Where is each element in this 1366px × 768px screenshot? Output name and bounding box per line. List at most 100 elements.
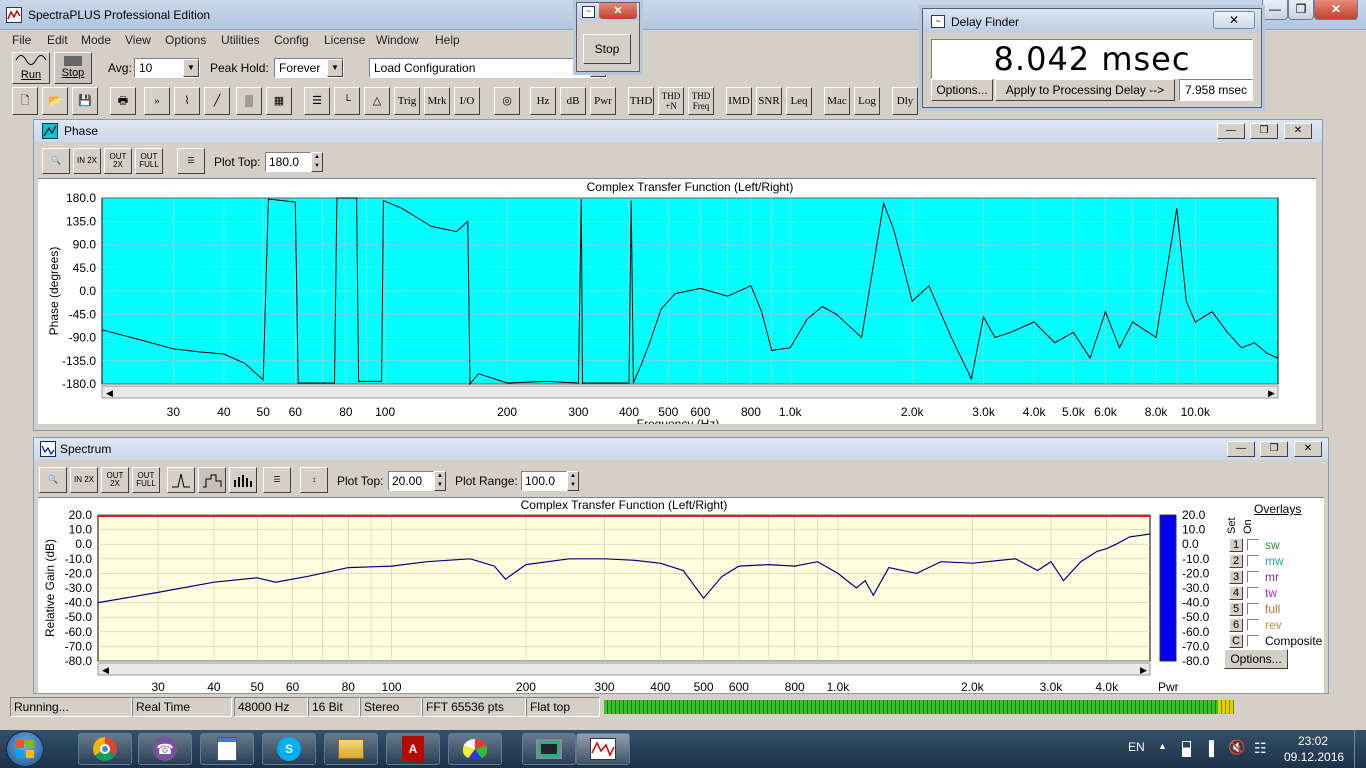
phase-plot-icon[interactable]: △: [364, 87, 390, 115]
spectrum-plot-top-spinner[interactable]: ▲ ▼: [434, 471, 446, 491]
zoom-out-2x-button[interactable]: OUT 2X: [104, 148, 132, 174]
properties-icon[interactable]: ☰: [177, 148, 205, 174]
io-button[interactable]: I/O: [454, 87, 480, 115]
stop-popup-close-button[interactable]: ✕: [599, 3, 637, 19]
menu-help[interactable]: Help: [435, 30, 460, 50]
pwr-button[interactable]: Pwr: [590, 87, 616, 115]
bar-mode-icon[interactable]: [229, 467, 257, 493]
db-button[interactable]: dB: [560, 87, 586, 115]
overlay-set-button[interactable]: 6: [1229, 618, 1243, 632]
signal-generator-icon[interactable]: ◎: [494, 87, 520, 115]
zoom-out-full-button[interactable]: OUT FULL: [132, 467, 160, 493]
stop-button[interactable]: Stop: [54, 52, 92, 84]
phase-plot-top-spinner[interactable]: ▲ ▼: [311, 152, 323, 172]
save-icon[interactable]: 💾: [72, 87, 98, 115]
properties-icon[interactable]: ☰: [263, 467, 291, 493]
thd-button[interactable]: THD: [628, 87, 654, 115]
chevron-down-icon[interactable]: ▼: [327, 59, 343, 77]
minimize-button[interactable]: —: [1262, 0, 1288, 20]
log-button[interactable]: Log: [854, 87, 880, 115]
zoom-in-2x-button[interactable]: IN 2X: [73, 148, 101, 174]
overlays-options-button[interactable]: Options...: [1224, 649, 1288, 669]
close-button[interactable]: ✕: [1314, 0, 1358, 20]
menu-view[interactable]: View: [125, 30, 151, 50]
overlay-checkbox[interactable]: [1247, 635, 1259, 647]
menu-options[interactable]: Options: [165, 30, 206, 50]
tray-chevron-up-icon[interactable]: ▲: [1158, 741, 1167, 751]
volume-muted-icon[interactable]: 🔇: [1228, 739, 1245, 756]
chevron-down-icon[interactable]: ▼: [183, 59, 199, 77]
clock-time[interactable]: 23:02: [1298, 734, 1328, 748]
snr-button[interactable]: SNR: [756, 87, 782, 115]
language-indicator[interactable]: EN: [1128, 740, 1145, 754]
thd-freq-button[interactable]: THD Freq: [688, 87, 714, 115]
phase-restore-button[interactable]: ❐: [1250, 123, 1278, 139]
overlay-set-button[interactable]: 5: [1229, 602, 1243, 616]
delay-button[interactable]: Dly: [892, 87, 918, 115]
print-icon[interactable]: 🖶: [110, 87, 136, 115]
run-button[interactable]: Run: [12, 52, 50, 84]
axis-icon[interactable]: └: [334, 87, 360, 115]
phase-close-button[interactable]: ✕: [1284, 123, 1312, 139]
apply-delay-button[interactable]: Apply to Processing Delay -->: [995, 79, 1175, 101]
viber-icon[interactable]: ☎: [138, 733, 192, 765]
spectrogram-icon[interactable]: ▦: [266, 87, 292, 115]
hz-button[interactable]: Hz: [530, 87, 556, 115]
spectrum-close-button[interactable]: ✕: [1294, 441, 1322, 457]
overlay-set-button[interactable]: 2: [1229, 554, 1243, 568]
time-series-icon[interactable]: ⌇: [174, 87, 200, 115]
pdf-reader-icon[interactable]: A: [386, 733, 440, 765]
maximize-button[interactable]: ❒: [1288, 0, 1314, 20]
overlay-set-button[interactable]: C: [1229, 634, 1243, 648]
explorer-icon[interactable]: [324, 733, 378, 765]
spectrum-restore-button[interactable]: ❐: [1260, 441, 1288, 457]
overlay-set-button[interactable]: 4: [1229, 586, 1243, 600]
trig-button[interactable]: Trig: [394, 87, 420, 115]
spectrum-plot-range-spinner[interactable]: ▲ ▼: [567, 471, 579, 491]
zoom-in-2x-button[interactable]: IN 2X: [70, 467, 98, 493]
menu-edit[interactable]: Edit: [47, 30, 68, 50]
waterfall-icon[interactable]: ▒: [236, 87, 262, 115]
chrome-icon[interactable]: [78, 733, 132, 765]
config-select[interactable]: Load Configuration ▼: [369, 58, 607, 78]
paint-icon[interactable]: [448, 733, 502, 765]
fast-forward-icon[interactable]: »: [144, 87, 170, 115]
menu-file[interactable]: File: [12, 30, 31, 50]
avg-select[interactable]: 10 ▼: [134, 58, 200, 78]
zoom-out-full-button[interactable]: OUT FULL: [135, 148, 163, 174]
network-icon[interactable]: ☷: [1254, 740, 1267, 757]
skype-icon[interactable]: S: [262, 733, 316, 765]
show-desktop-button[interactable]: [1354, 730, 1366, 768]
leq-button[interactable]: Leq: [786, 87, 812, 115]
imd-button[interactable]: IMD: [726, 87, 752, 115]
menu-window[interactable]: Window: [376, 30, 419, 50]
spectraplus-taskbar-icon[interactable]: [576, 733, 630, 765]
menu-utilities[interactable]: Utilities: [221, 30, 260, 50]
scale-icon[interactable]: ↕: [300, 467, 328, 493]
notepad-icon[interactable]: [200, 733, 254, 765]
zoom-icon[interactable]: 🔍: [39, 467, 67, 493]
overlay-set-button[interactable]: 1: [1229, 538, 1243, 552]
overlay-checkbox[interactable]: [1247, 619, 1259, 631]
new-file-icon[interactable]: 🗋: [12, 87, 38, 115]
battery-icon[interactable]: [1182, 741, 1191, 757]
signal-icon[interactable]: ▐: [1204, 740, 1214, 756]
start-button[interactable]: [6, 731, 44, 767]
thd-n-button[interactable]: THD +N: [658, 87, 684, 115]
delay-finder-close-button[interactable]: ✕: [1213, 11, 1255, 29]
peak-hold-select[interactable]: Forever ▼: [274, 58, 344, 78]
spectrum-minimize-button[interactable]: —: [1227, 441, 1255, 457]
overlay-set-button[interactable]: 3: [1229, 570, 1243, 584]
properties-icon[interactable]: ☰: [304, 87, 330, 115]
spectrum-plot-top-input[interactable]: 20.00: [388, 471, 434, 491]
spectrum-plot-range-input[interactable]: 100.0: [521, 471, 567, 491]
overlay-checkbox[interactable]: [1247, 555, 1259, 567]
zoom-icon[interactable]: 🔍: [42, 148, 70, 174]
phase-plot-top-input[interactable]: 180.0: [265, 152, 311, 172]
line-mode-icon[interactable]: [167, 467, 195, 493]
delay-options-button[interactable]: Options...: [931, 79, 993, 101]
overlay-checkbox[interactable]: [1247, 539, 1259, 551]
step-mode-icon[interactable]: [198, 467, 226, 493]
macro-button[interactable]: Mac: [824, 87, 850, 115]
monitor-app-icon[interactable]: [522, 733, 576, 765]
